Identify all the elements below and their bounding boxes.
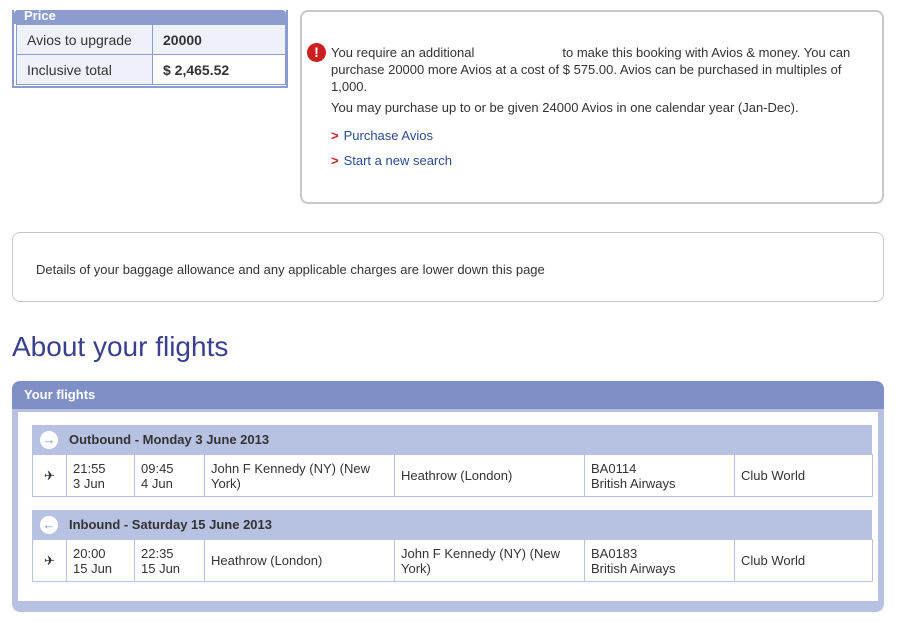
departure-date: 15 Jun (73, 560, 113, 576)
price-table: Avios to upgrade 20000 Inclusive total $… (16, 24, 286, 85)
flight-number: BA0183 (591, 545, 638, 561)
outbound-title: Outbound - Monday 3 June 2013 (69, 432, 270, 447)
price-row-avios: Avios to upgrade 20000 (16, 24, 286, 55)
avios-value: 20000 (152, 24, 286, 55)
outbound-segment: → Outbound - Monday 3 June 2013 ✈ 21:55 3… (32, 425, 873, 497)
notice-line-1: You require an additional to make this bo… (331, 44, 871, 95)
cabin-class: Club World (734, 454, 873, 497)
new-search-link[interactable]: > Start a new search (331, 153, 452, 168)
flight-number-cell: BA0114 British Airways (584, 454, 735, 497)
arrival-time-cell: 09:45 4 Jun (134, 454, 205, 497)
avios-notice: ! You require an additional to make this … (300, 10, 884, 204)
arrow-left-circle-icon: ← (40, 516, 58, 534)
flight-row: ✈ 20:00 15 Jun 22:35 15 Jun Heathrow (Lond… (32, 539, 873, 582)
notice-line-1a: You require an additional (331, 45, 475, 60)
avios-label: Avios to upgrade (16, 24, 153, 55)
departure-time-cell: 21:55 3 Jun (66, 454, 135, 497)
arrival-date: 4 Jun (141, 475, 173, 491)
arrival-time-cell: 22:35 15 Jun (134, 539, 205, 582)
inbound-title: Inbound - Saturday 15 June 2013 (69, 517, 272, 532)
flight-number-cell: BA0183 British Airways (584, 539, 735, 582)
destination-airport: Heathrow (London) (394, 454, 585, 497)
page-title: About your flights (12, 331, 229, 362)
departure-date: 3 Jun (73, 475, 105, 491)
arrival-date: 15 Jun (141, 560, 181, 576)
flight-row: ✈ 21:55 3 Jun 09:45 4 Jun John F Kennedy (… (32, 454, 873, 497)
total-label: Inclusive total (16, 54, 153, 85)
destination-airport: John F Kennedy (NY) (New York) (394, 539, 585, 582)
inbound-segment: ← Inbound - Saturday 15 June 2013 ✈ 20:0… (32, 510, 873, 582)
new-search-label: Start a new search (343, 153, 452, 168)
total-value: $ 2,465.52 (152, 54, 286, 85)
cabin-class: Club World (734, 539, 873, 582)
price-row-total: Inclusive total $ 2,465.52 (16, 54, 286, 85)
baggage-text: Details of your baggage allowance and an… (36, 262, 545, 277)
origin-airport: Heathrow (London) (204, 539, 395, 582)
purchase-avios-label: Purchase Avios (343, 128, 433, 143)
flights-header: Your flights (12, 381, 884, 409)
notice-line-3: You may purchase up to or be given 24000… (331, 100, 799, 115)
arrival-time: 09:45 (141, 460, 174, 476)
departure-time: 21:55 (73, 460, 106, 476)
arrow-right-circle-icon: → (40, 431, 58, 449)
price-panel: Price Avios to upgrade 20000 Inclusive t… (12, 10, 288, 88)
departure-time: 20:00 (73, 545, 106, 561)
warning-icon: ! (307, 43, 326, 62)
outbound-header: → Outbound - Monday 3 June 2013 (32, 425, 872, 454)
flights-header-label: Your flights (24, 387, 96, 402)
origin-airport: John F Kennedy (NY) (New York) (204, 454, 395, 497)
price-header: Price (14, 10, 286, 24)
notice-line-1b: to make this booking with Avios & money. (562, 45, 801, 60)
departure-time-cell: 20:00 15 Jun (66, 539, 135, 582)
airline: British Airways (591, 560, 676, 576)
inbound-header: ← Inbound - Saturday 15 June 2013 (32, 510, 872, 539)
chevron-right-icon: > (331, 153, 339, 168)
chevron-right-icon: > (331, 128, 339, 143)
arrival-time: 22:35 (141, 545, 174, 561)
flights-body: → Outbound - Monday 3 June 2013 ✈ 21:55 3… (18, 412, 878, 601)
price-header-label: Price (24, 10, 56, 23)
purchase-avios-link[interactable]: > Purchase Avios (331, 128, 433, 143)
flight-number: BA0114 (591, 460, 637, 476)
flights-panel: Your flights → Outbound - Monday 3 June … (12, 381, 884, 612)
baggage-notice: Details of your baggage allowance and an… (12, 232, 884, 302)
airplane-icon: ✈ (32, 539, 67, 582)
airline: British Airways (591, 475, 676, 491)
airplane-icon: ✈ (32, 454, 67, 497)
notice-text: You require an additional to make this bo… (331, 44, 871, 120)
